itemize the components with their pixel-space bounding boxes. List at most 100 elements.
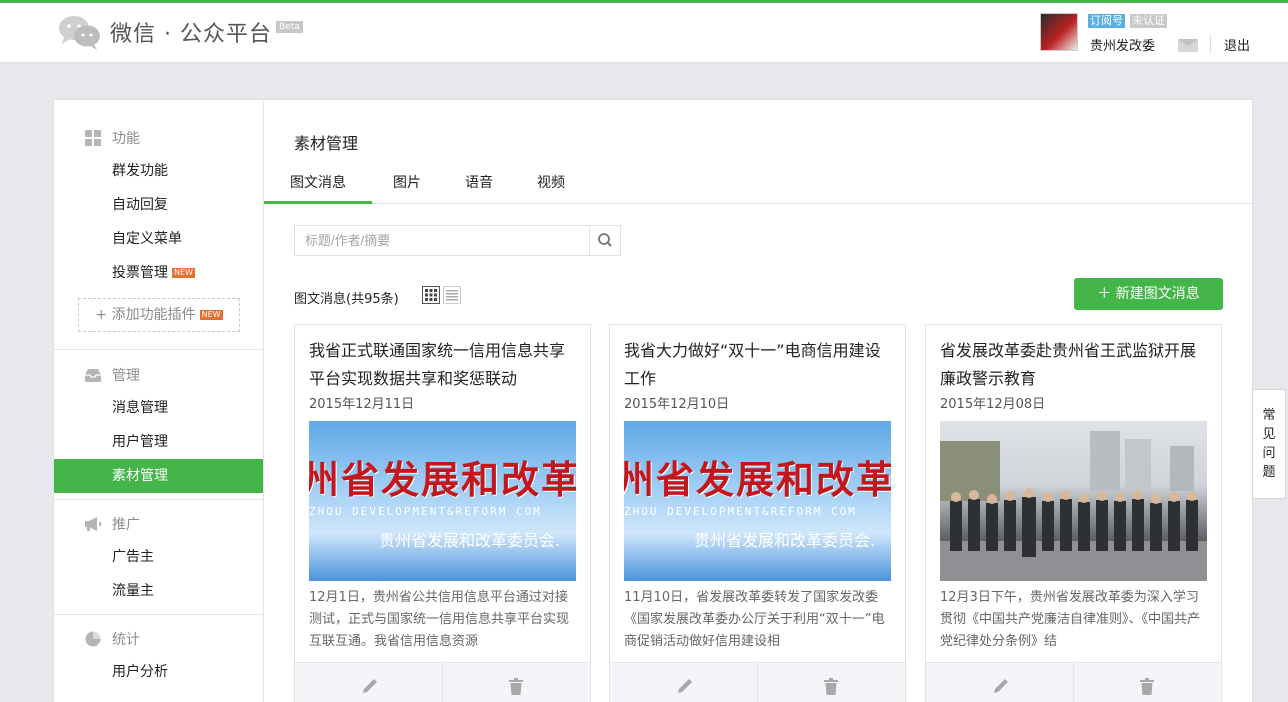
wechat-logo[interactable]: 微信 · 公众平台 Beta xyxy=(58,13,303,51)
sidebar-item-materials[interactable]: 素材管理 xyxy=(54,459,263,493)
inbox-icon xyxy=(84,367,102,383)
delete-button[interactable] xyxy=(758,663,905,702)
article-thumbnail: 州省发展和改革委 ZHOU DEVELOPMENT&REFORM COM 贵州省… xyxy=(309,421,576,581)
delete-button[interactable] xyxy=(1074,663,1221,702)
sidebar-section-title: 管理 xyxy=(112,368,140,384)
sidebar-item-messages[interactable]: 消息管理 xyxy=(54,391,263,425)
sidebar-item-advertiser[interactable]: 广告主 xyxy=(54,540,263,574)
trash-icon xyxy=(1140,678,1154,695)
sidebar-divider xyxy=(54,499,263,500)
tab-voice[interactable]: 语音 xyxy=(454,172,504,204)
article-title[interactable]: 省发展改革委赴贵州省王武监狱开展廉政警示教育 xyxy=(940,337,1210,393)
logo-text: 微信 · 公众平台 xyxy=(110,22,272,47)
content-panel: 功能 群发功能 自动回复 自定义菜单 投票管理 NEW + 添加功能插件 NEW 管… xyxy=(53,99,1253,702)
sidebar-section-manage: 管理 xyxy=(84,365,140,385)
search-button[interactable] xyxy=(589,226,620,255)
faq-char: 见 xyxy=(1262,427,1276,442)
sidebar-item-users[interactable]: 用户管理 xyxy=(54,425,263,459)
trash-icon xyxy=(824,678,838,695)
search-icon xyxy=(598,233,612,247)
sidebar-section-title: 推广 xyxy=(112,517,140,533)
search-input[interactable] xyxy=(295,226,589,255)
sidebar-item-user-analysis[interactable]: 用户分析 xyxy=(54,655,263,689)
sidebar-section-stats: 统计 xyxy=(84,629,140,649)
grid-icon xyxy=(84,130,102,146)
faq-tab[interactable]: 常 见 问 题 xyxy=(1252,389,1286,499)
article-thumbnail: 州省发展和改革委 ZHOU DEVELOPMENT&REFORM COM 贵州省… xyxy=(624,421,891,581)
thumbnail-english: ZHOU DEVELOPMENT&REFORM COM xyxy=(624,505,857,518)
wechat-logo-icon xyxy=(58,13,102,51)
pencil-icon xyxy=(994,679,1008,693)
faq-char: 题 xyxy=(1262,465,1276,480)
page-title: 素材管理 xyxy=(294,134,359,153)
thumbnail-caption: 贵州省发展和改革委员会. xyxy=(694,531,876,550)
article-thumbnail xyxy=(940,421,1207,581)
new-article-button[interactable]: ＋ 新建图文消息 xyxy=(1074,278,1223,310)
verify-status-tag: 未认证 xyxy=(1130,14,1167,28)
new-badge: NEW xyxy=(199,310,223,320)
card-actions xyxy=(295,662,590,702)
megaphone-icon xyxy=(84,516,102,532)
card-actions xyxy=(610,662,905,702)
logout-link[interactable]: 退出 xyxy=(1224,35,1250,54)
sidebar-section-function: 功能 xyxy=(84,128,140,148)
tab-images[interactable]: 图片 xyxy=(382,172,432,204)
header-divider xyxy=(1210,35,1211,53)
beta-badge: Beta xyxy=(275,21,303,33)
article-date: 2015年12月11日 xyxy=(309,397,415,412)
article-summary: 12月1日，贵州省公共信用信息平台通过对接测试，正式与国家统一信用信息共享平台实… xyxy=(309,590,570,649)
pencil-icon xyxy=(363,679,377,693)
article-title[interactable]: 我省大力做好“双十一”电商信用建设工作 xyxy=(624,337,894,393)
sidebar-divider xyxy=(54,614,263,615)
sidebar-divider xyxy=(54,349,263,350)
account-area: 订阅号 未认证 贵州发改委 退出 xyxy=(1028,11,1288,57)
article-date: 2015年12月08日 xyxy=(940,397,1046,412)
new-article-label: 新建图文消息 xyxy=(1115,286,1200,302)
sidebar: 功能 群发功能 自动回复 自定义菜单 投票管理 NEW + 添加功能插件 NEW 管… xyxy=(54,100,264,702)
mail-icon[interactable] xyxy=(1178,39,1198,52)
avatar[interactable] xyxy=(1040,13,1078,51)
sidebar-item-auto-reply[interactable]: 自动回复 xyxy=(54,188,263,222)
article-count: 图文消息(共95条) xyxy=(294,292,399,307)
sidebar-item-custom-menu[interactable]: 自定义菜单 xyxy=(54,222,263,256)
thumbnail-heading: 州省发展和改革委 xyxy=(309,458,576,502)
thumbnail-caption: 贵州省发展和改革委员会. xyxy=(379,531,561,550)
article-title[interactable]: 我省正式联通国家统一信用信息共享平台实现数据共享和奖惩联动 xyxy=(309,337,579,393)
add-plugin-label: 添加功能插件 xyxy=(111,307,196,323)
account-name[interactable]: 贵州发改委 xyxy=(1090,35,1155,54)
thumbnail-english: ZHOU DEVELOPMENT&REFORM COM xyxy=(309,505,542,518)
tab-articles[interactable]: 图文消息 xyxy=(264,172,372,204)
sidebar-item-vote[interactable]: 投票管理 NEW xyxy=(54,256,263,290)
sidebar-item-label: 投票管理 xyxy=(112,265,168,281)
article-card[interactable]: 我省正式联通国家统一信用信息共享平台实现数据共享和奖惩联动 2015年12月11… xyxy=(294,324,591,702)
trash-icon xyxy=(509,678,523,695)
edit-button[interactable] xyxy=(610,663,757,702)
delete-button[interactable] xyxy=(443,663,590,702)
material-tabs: 图文消息 图片 语音 视频 xyxy=(264,166,1253,204)
sidebar-section-title: 统计 xyxy=(112,632,140,648)
top-bar: 微信 · 公众平台 Beta 订阅号 未认证 贵州发改委 退出 xyxy=(0,0,1288,63)
plus-icon: + xyxy=(95,307,108,323)
add-plugin-button[interactable]: + 添加功能插件 NEW xyxy=(78,298,240,332)
faq-char: 问 xyxy=(1262,446,1276,461)
faq-char: 常 xyxy=(1262,408,1276,423)
grid-view-icon[interactable] xyxy=(422,286,440,304)
sidebar-item-publisher[interactable]: 流量主 xyxy=(54,574,263,608)
edit-button[interactable] xyxy=(295,663,442,702)
search-box xyxy=(294,225,621,256)
sidebar-section-title: 功能 xyxy=(112,131,140,147)
article-card[interactable]: 省发展改革委赴贵州省王武监狱开展廉政警示教育 2015年12月08日 12月3日… xyxy=(925,324,1222,702)
article-date: 2015年12月10日 xyxy=(624,397,730,412)
main-area: 素材管理 图文消息 图片 语音 视频 图文消息(共95条) ＋ 新建图文消息 我… xyxy=(264,100,1253,702)
article-summary: 11月10日，省发展改革委转发了国家发改委《国家发展改革委办公厅关于利用“双十一… xyxy=(624,590,885,649)
card-actions xyxy=(926,662,1221,702)
new-badge: NEW xyxy=(172,268,195,278)
plus-icon: ＋ xyxy=(1097,286,1112,302)
article-card[interactable]: 我省大力做好“双十一”电商信用建设工作 2015年12月10日 州省发展和改革委… xyxy=(609,324,906,702)
tab-video[interactable]: 视频 xyxy=(526,172,576,204)
list-view-icon[interactable] xyxy=(443,286,461,304)
account-type-tag: 订阅号 xyxy=(1088,14,1125,28)
group-photo-image xyxy=(940,431,1207,581)
sidebar-item-mass-send[interactable]: 群发功能 xyxy=(54,154,263,188)
edit-button[interactable] xyxy=(926,663,1073,702)
